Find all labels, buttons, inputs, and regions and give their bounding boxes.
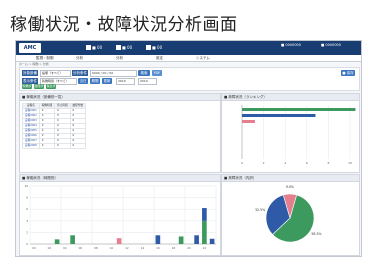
table-cell: 設備0005 [22,128,40,134]
ranking-bar [242,108,356,111]
table-panel: ■ 稼働状況（設備別一覧） 設備名 稼働時間 停止時間 故障件数 設備0001 0… [19,93,221,173]
menu-item-settings[interactable]: 設定 [156,55,163,61]
x-tick-label: 04 [63,246,67,250]
filter-label-target: 対象設備 [22,70,38,76]
right-info-2[interactable]: ■ 0000000 [321,43,341,48]
app-window: AMC ■ 00 ■ 00 ■ 00 ■ 0000000 ■ 0000000 監… [15,40,362,257]
x-tick-label: 10 [110,246,114,250]
table-cell: 設備0004 [22,123,40,129]
today-button[interactable]: 当日 [78,78,88,84]
x-tick-label: 2 [263,161,265,165]
menu-item-analysis[interactable]: 分析 [76,55,83,61]
tag-operation[interactable]: 稼働状況 [22,84,32,93]
table-panel-title: ■ 稼働状況（設備別一覧） [20,94,220,101]
timeline-bar [54,239,60,244]
timeline-bar [116,238,122,244]
table-cell: 設備0008 [22,143,40,149]
save-button[interactable]: ■ 保存 [341,70,355,76]
timeline-panel-title: ■ 稼働状況（時間別） [20,175,220,182]
timeline-bar [155,235,161,244]
timeline-bar [209,238,215,244]
status-badge-3-label: ■ 00 [152,45,163,50]
right-info-1: ■ 0000000 [281,43,302,47]
menu-bar: 監視・制御 分析 分析 設定 システム [16,55,361,62]
date-from-input[interactable]: 2019 [116,78,135,85]
ranking-bar [242,120,255,123]
status-badge-2[interactable]: ■ 00 [116,44,132,52]
table-cell: 0 [54,143,71,149]
table-cell: 設備0003 [22,118,40,124]
table-cell: 設備0006 [22,133,40,139]
menu-item-analysis-2[interactable]: 分析 [116,55,123,61]
x-tick-label: 6 [306,161,308,165]
top-bar: AMC ■ 00 ■ 00 ■ 00 ■ 0000000 ■ 0000000 [16,41,361,55]
x-tick-label: 10 [348,161,352,165]
page-title: 稼働状況・故障状況分析画面 [10,15,238,35]
x-tick-label: 08 [94,246,98,250]
timeline-bar [194,235,199,244]
ranking-chart: 0 2 4 6 8 10 [241,105,356,165]
pdf-button[interactable]: PDF [152,70,162,76]
target-select[interactable]: 設備（すべて） [40,70,71,77]
filter-label-condition: 分析条件 [72,70,88,76]
pie-panel: ■ 故障状況（内訳） 58.5% 32.5% 9.0% [221,174,360,256]
date-to-input[interactable]: 2019 [138,78,157,85]
period-button[interactable]: 期間 [90,78,100,84]
pie-panel-title: ■ 故障状況（内訳） [222,175,359,182]
x-tick-label: 14 [141,246,145,250]
tag-maintenance[interactable]: 保全状況 [46,84,56,93]
x-tick-label: 06 [79,246,83,250]
x-tick-label: 18 [172,246,176,250]
y-tick-label: 10 [24,184,28,188]
status-badge-3[interactable]: ■ 00 [146,44,162,52]
table-body: 設備0001 0 0 0 設備0002 0 0 0 設備0003 0 0 0 設備0004 0 0 0 設備00… [22,108,86,149]
x-tick-label: 0 [241,161,243,165]
timeline-bar [178,236,184,244]
table-cell: 設備0002 [22,113,40,119]
x-tick-label: 22 [203,246,207,250]
status-badge-1[interactable]: ■ 00 [86,44,102,52]
table-cell: 設備0001 [22,108,40,114]
y-tick-label: 6 [26,207,28,211]
x-tick-label: 8 [327,161,329,165]
app-logo[interactable]: AMC [19,43,41,53]
table-cell: 0 [69,143,86,149]
table-row[interactable]: 設備0008 0 0 0 [22,143,86,149]
status-badge-2-label: ■ 00 [122,45,133,50]
table-cell: 0 [38,143,56,149]
timeline-bar [202,220,207,244]
menu-item-monitor[interactable]: 監視・制御 [36,55,54,61]
x-tick-label: 12 [125,246,129,250]
timeline-bar [202,208,207,221]
update-button[interactable]: 更新 [102,78,112,84]
pie-label: 32.5% [255,208,265,212]
timeline-bar [70,235,75,244]
condition-input[interactable]: 0000 / 00 / 00 [90,70,137,77]
pie-label: 58.5% [311,232,321,236]
status-badge-1-label: ■ 00 [92,45,103,50]
x-tick-label: 16 [156,246,160,250]
y-tick-label: 8 [26,196,28,200]
pie-chart: 58.5% 32.5% 9.0% [255,185,322,243]
x-tick-label: 20 [187,246,191,250]
x-tick-label: 02 [48,246,52,250]
y-tick-label: 2 [26,230,28,234]
x-tick-label: 4 [284,161,286,165]
breadcrumb: ホーム > 稼働 > 分析 [19,62,49,66]
ranking-panel: ■ 故障状況（ランキング） 0 2 4 6 8 10 [221,93,360,173]
tag-failure[interactable]: 故障状況 [34,84,44,93]
table-cell: 設備0007 [22,138,40,144]
x-tick-label: 00 [32,246,36,250]
y-tick-label: 4 [26,219,28,223]
timeline-chart: 024681000 02 04 06 08 10 12 14 16 18 20 22 [24,184,217,250]
y-tick-label: 0 [26,242,28,246]
search-button[interactable]: 検索 [138,70,150,76]
timeline-panel: ■ 稼働状況（時間別） 0 2 4 6 8 10 00 02 04 06 08 10 12 14 16 18 2… [19,174,221,256]
pie-label: 9.0% [286,185,294,189]
filter-panel: 対象設備 設備（すべて） 分析条件 0000 / 00 / 00 検索 PDF … [19,67,360,93]
ranking-bar [242,114,316,117]
equipment-table: 設備名 稼働時間 停止時間 故障件数 設備0001 0 0 0 設備0002 0 0 0 設備0… [22,103,86,149]
ranking-panel-title: ■ 故障状況（ランキング） [222,94,359,101]
menu-item-system[interactable]: システム [196,55,210,61]
